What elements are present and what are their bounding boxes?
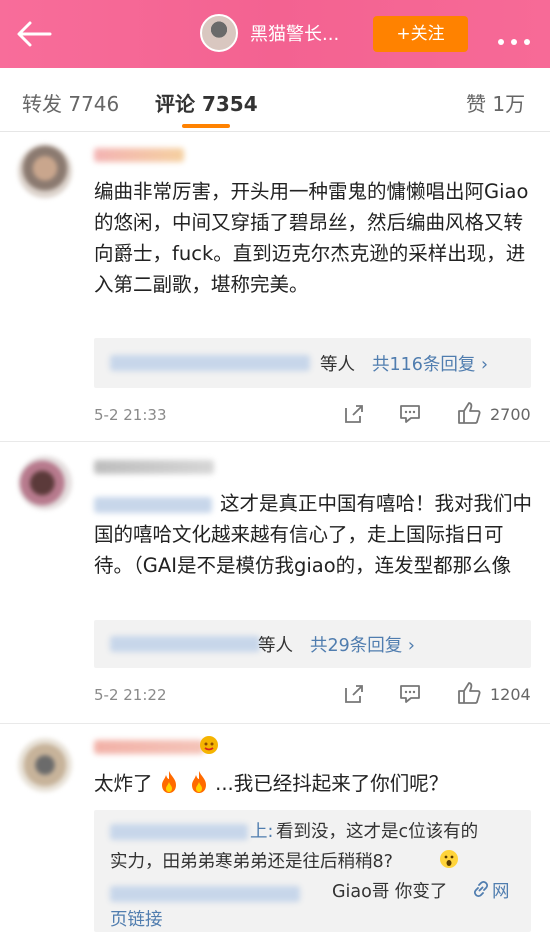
comment-item: 太炸了 ...我已经抖起来了你们呢？ 上: 看到没，这才是c位该有的 实力，田弟… xyxy=(0,724,550,932)
active-tab-indicator xyxy=(182,124,230,128)
reply-preview-box[interactable]: 上: 看到没，这才是c位该有的 实力，田弟弟寒弟弟还是往后稍稍8? Giao哥 … xyxy=(94,810,531,932)
like-icon[interactable] xyxy=(456,680,482,706)
blurred-reply-users xyxy=(110,636,260,652)
comment-time: 5-2 21:33 xyxy=(94,406,167,424)
web-link-line2[interactable]: 页链接 xyxy=(110,906,163,931)
web-link[interactable]: 网 xyxy=(492,878,510,903)
avatar[interactable] xyxy=(18,456,72,510)
more-dots-icon[interactable] xyxy=(498,30,538,45)
scared-emoji-icon xyxy=(440,850,458,868)
comment-text-start: 太炸了 xyxy=(94,772,153,795)
fire-icon xyxy=(161,771,176,793)
commenter-name[interactable] xyxy=(94,740,204,754)
commenter-name[interactable] xyxy=(94,460,214,474)
reply-summary-box[interactable]: 等人 共29条回复 › xyxy=(94,620,531,668)
comment-text-wrap: 这才是真正中国有嘻哈！我对我们中国的嘻哈文化越来越有信心了，走上国际指日可待。（… xyxy=(94,488,534,581)
comment-text: 编曲非常厉害，开头用一种雷鬼的慵懒唱出阿Giao的悠闲，中间又穿插了碧昂丝，然后… xyxy=(94,180,529,296)
avatar[interactable] xyxy=(18,144,72,198)
blurred-reply-user[interactable] xyxy=(110,824,248,840)
reply-text: Giao哥 你变了 xyxy=(332,882,448,902)
top-bar: 黑猫警长... +关注 xyxy=(0,0,550,68)
like-count: 1204 xyxy=(490,685,531,704)
comment-item: 编曲非常厉害，开头用一种雷鬼的慵懒唱出阿Giao的悠闲，中间又穿插了碧昂丝，然后… xyxy=(0,132,550,442)
blurred-reply-user[interactable] xyxy=(110,886,300,902)
back-arrow-icon[interactable] xyxy=(14,18,54,50)
like-count: 2700 xyxy=(490,405,531,424)
comment-icon[interactable] xyxy=(398,402,422,426)
tab-likes[interactable]: 赞 1万 xyxy=(466,88,525,117)
avatar[interactable] xyxy=(18,738,72,792)
repost-icon[interactable] xyxy=(342,682,366,706)
commenter-name[interactable] xyxy=(94,148,184,162)
reply-summary-suffix: 等人 xyxy=(258,636,293,656)
reply-mention-suffix[interactable]: 上: xyxy=(250,818,273,843)
badge-icon xyxy=(200,736,218,754)
comment-item: 这才是真正中国有嘻哈！我对我们中国的嘻哈文化越来越有信心了，走上国际指日可待。（… xyxy=(0,442,550,724)
reply-count-link[interactable]: 共29条回复 › xyxy=(310,632,415,657)
tab-bar: 转发 7746 评论 7354 赞 1万 xyxy=(0,68,550,132)
author-name[interactable]: 黑猫警长... xyxy=(250,20,339,46)
reply-summary-box[interactable]: 等人 共116条回复 › xyxy=(94,338,531,388)
blurred-mention[interactable] xyxy=(94,496,212,513)
comment-text-end: ...我已经抖起来了你们呢？ xyxy=(215,772,449,795)
follow-button[interactable]: +关注 xyxy=(373,16,468,52)
reply-text: 看到没，这才是c位该有的 xyxy=(276,822,479,842)
author-avatar[interactable] xyxy=(200,14,238,52)
like-icon[interactable] xyxy=(456,400,482,426)
tab-comments[interactable]: 评论 7354 xyxy=(155,88,258,117)
tab-repost[interactable]: 转发 7746 xyxy=(22,88,119,117)
link-icon[interactable] xyxy=(472,880,490,898)
repost-icon[interactable] xyxy=(342,402,366,426)
comment-icon[interactable] xyxy=(398,682,422,706)
comment-text-wrap: 太炸了 ...我已经抖起来了你们呢？ xyxy=(94,768,534,799)
comment-time: 5-2 21:22 xyxy=(94,686,167,704)
blurred-reply-users xyxy=(110,355,310,371)
fire-icon xyxy=(191,771,206,793)
reply-count-link[interactable]: 共116条回复 › xyxy=(372,351,488,376)
reply-summary-suffix: 等人 xyxy=(320,355,355,375)
reply-text-line2: 实力，田弟弟寒弟弟还是往后稍稍8? xyxy=(110,852,393,872)
